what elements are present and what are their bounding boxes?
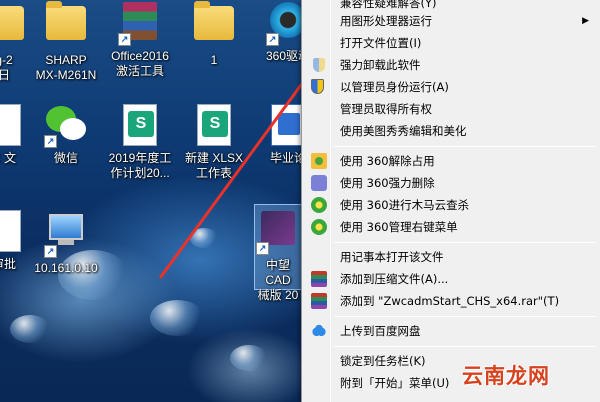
menu-item-label: 使用 360强力删除 — [340, 176, 435, 190]
menu-item-360-force-delete[interactable]: 使用 360强力删除 — [304, 172, 599, 194]
menu-item-label: 添加到压缩文件(A)... — [340, 272, 449, 286]
menu-item-label: 强力卸载此软件 — [340, 58, 421, 72]
shield-icon — [313, 58, 325, 72]
menu-item-label: 添加到 "ZwcadmStart_CHS_x64.rar"(T) — [340, 294, 560, 308]
menu-item-label: 管理员取得所有权 — [340, 102, 432, 116]
menu-separator — [334, 146, 596, 147]
menu-item-upload-baidu-netdisk[interactable]: 上传到百度网盘 — [304, 320, 599, 342]
menu-item-meitu-edit[interactable]: 使用美图秀秀编辑和美化 — [304, 120, 599, 142]
uac-shield-icon — [311, 79, 324, 94]
menu-item-label: 兼容性疑难解答(Y) — [340, 0, 437, 10]
menu-item-360-manage-menu[interactable]: 使用 360管理右键菜单 — [304, 216, 599, 238]
menu-item-label: 使用 360管理右键菜单 — [340, 220, 458, 234]
menu-item-label: 使用美图秀秀编辑和美化 — [340, 124, 467, 138]
menu-item-360-trojan-scan[interactable]: 使用 360进行木马云查杀 — [304, 194, 599, 216]
folder-360-icon — [311, 153, 327, 169]
menu-item-run-with-gpu[interactable]: 用图形处理器运行 ▶ — [304, 10, 599, 32]
menu-item-label: 使用 360解除占用 — [340, 154, 435, 168]
site-watermark: 云南龙网 — [462, 363, 550, 388]
menu-item-label: 以管理员身份运行(A) — [340, 80, 449, 94]
menu-item-label: 锁定到任务栏(K) — [340, 354, 426, 368]
rar-icon — [311, 271, 327, 287]
menu-item-label: 打开文件位置(I) — [340, 36, 422, 50]
submenu-arrow-icon: ▶ — [582, 16, 589, 26]
menu-item-label: 上传到百度网盘 — [340, 324, 421, 338]
menu-item-open-with-notepad[interactable]: 用记事本打开该文件 — [304, 246, 599, 268]
menu-item-run-as-admin[interactable]: 以管理员身份运行(A) — [304, 76, 599, 98]
menu-item-360-unlock[interactable]: 使用 360解除占用 — [304, 150, 599, 172]
menu-item-label: 用图形处理器运行 — [340, 14, 432, 28]
menu-item-label: 附到「开始」菜单(U) — [340, 376, 450, 390]
menu-item-pin-to-taskbar[interactable]: 锁定到任务栏(K) — [304, 350, 599, 372]
menu-item-open-file-location[interactable]: 打开文件位置(I) — [304, 32, 599, 54]
menu-item-force-uninstall[interactable]: 强力卸载此软件 — [304, 54, 599, 76]
menu-item-label: 使用 360进行木马云查杀 — [340, 198, 470, 212]
menu-item-pin-to-start[interactable]: 附到「开始」菜单(U) — [304, 372, 599, 394]
menu-item-take-ownership[interactable]: 管理员取得所有权 — [304, 98, 599, 120]
context-menu: 兼容性疑难解答(Y) 用图形处理器运行 ▶ 打开文件位置(I) 强力卸载此软件 … — [301, 0, 600, 402]
menu-manage-icon — [311, 219, 327, 235]
menu-item-add-to-named-rar[interactable]: 添加到 "ZwcadmStart_CHS_x64.rar"(T) — [304, 290, 599, 312]
menu-separator — [334, 242, 596, 243]
menu-separator — [334, 346, 596, 347]
rar-icon — [311, 293, 327, 309]
menu-item-label: 用记事本打开该文件 — [340, 250, 444, 264]
menu-item-add-to-archive[interactable]: 添加到压缩文件(A)... — [304, 268, 599, 290]
trojan-scan-icon — [311, 197, 327, 213]
menu-separator — [334, 316, 596, 317]
lock-360-icon — [311, 175, 327, 191]
baidu-cloud-icon — [311, 323, 327, 339]
